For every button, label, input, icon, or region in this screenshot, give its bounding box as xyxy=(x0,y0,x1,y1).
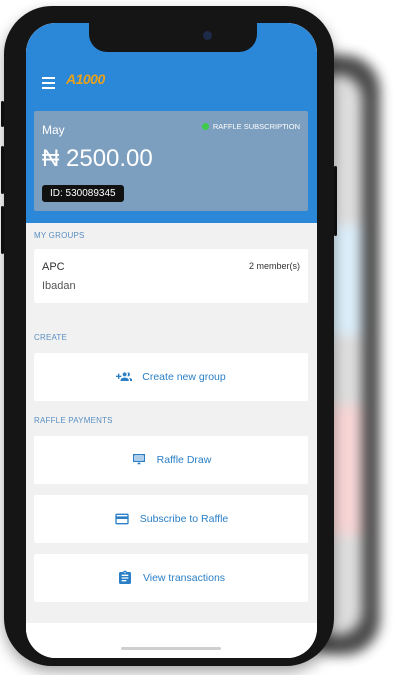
credit-card-icon xyxy=(115,513,129,525)
mute-switch xyxy=(1,101,4,127)
volume-down-button xyxy=(1,206,4,254)
subscribe-raffle-label: Subscribe to Raffle xyxy=(139,513,229,525)
power-button xyxy=(334,166,337,236)
section-raffle-payments: RAFFLE PAYMENTS xyxy=(34,416,113,425)
front-camera xyxy=(203,31,212,40)
raffle-draw-button[interactable]: Raffle Draw xyxy=(34,436,308,484)
app-logo: A1000 xyxy=(66,71,105,87)
logo-text: A1000 xyxy=(66,71,105,87)
add-group-icon xyxy=(116,372,133,381)
raffle-draw-label: Raffle Draw xyxy=(156,454,212,466)
group-card[interactable]: APC Ibadan 2 member(s) xyxy=(34,249,308,303)
balance-card: May ₦ 2500.00 RAFFLE SUBSCRIPTION ID: 53… xyxy=(34,111,308,211)
user-id-badge: ID: 530089345 xyxy=(42,185,124,202)
status-dot-icon xyxy=(201,123,209,130)
hamburger-icon[interactable] xyxy=(42,77,55,92)
volume-up-button xyxy=(1,146,4,194)
group-name: APC xyxy=(42,261,65,273)
balance-month: May xyxy=(42,123,65,137)
app-screen: A1000 May ₦ 2500.00 RAFFLE SUBSCRIPTION … xyxy=(26,23,317,658)
group-location: Ibadan xyxy=(42,280,76,292)
subscribe-raffle-button[interactable]: Subscribe to Raffle xyxy=(34,495,308,543)
create-group-button[interactable]: Create new group xyxy=(34,353,308,401)
subscription-label: RAFFLE SUBSCRIPTION xyxy=(212,122,300,131)
phone-screen: A1000 May ₦ 2500.00 RAFFLE SUBSCRIPTION … xyxy=(26,23,317,658)
create-group-label: Create new group xyxy=(142,371,226,383)
view-transactions-button[interactable]: View transactions xyxy=(34,554,308,602)
view-transactions-label: View transactions xyxy=(142,572,226,584)
section-my-groups: MY GROUPS xyxy=(34,231,85,240)
clipboard-icon xyxy=(118,570,131,584)
subscription-status: RAFFLE SUBSCRIPTION xyxy=(201,122,300,131)
raffle-draw-icon xyxy=(132,454,145,465)
group-member-count: 2 member(s) xyxy=(248,261,300,271)
bottom-area xyxy=(26,623,317,658)
home-indicator[interactable] xyxy=(121,647,221,650)
phone-frame: A1000 May ₦ 2500.00 RAFFLE SUBSCRIPTION … xyxy=(1,6,337,666)
section-create: CREATE xyxy=(34,333,68,342)
notch xyxy=(89,23,257,52)
balance-amount: ₦ 2500.00 xyxy=(42,145,153,172)
